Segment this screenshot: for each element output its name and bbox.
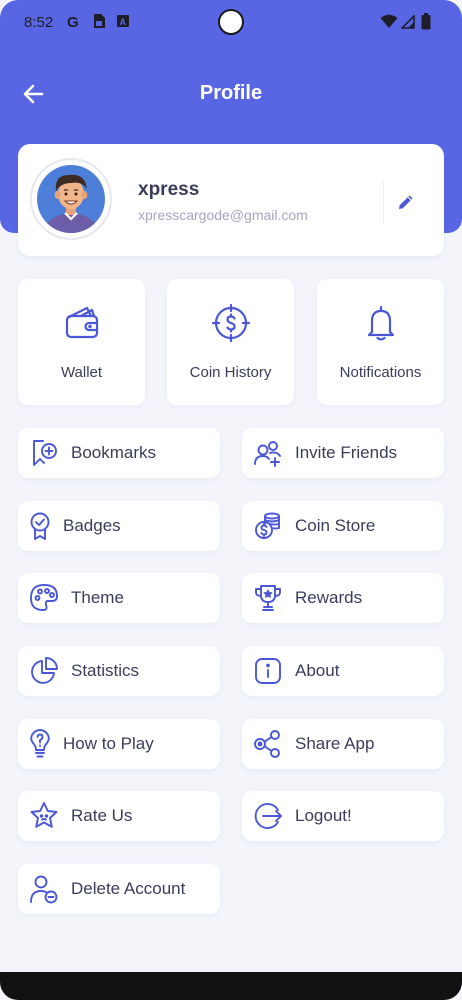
palette-icon — [29, 583, 59, 613]
menu-item-statistics[interactable]: Statistics — [18, 646, 220, 696]
lightbulb-icon — [28, 729, 52, 759]
menu-item-label: Theme — [71, 588, 124, 607]
share-icon — [253, 729, 283, 759]
profile-name: xpress — [138, 179, 200, 200]
tile-wallet[interactable]: Wallet — [18, 279, 145, 405]
delete-account-icon — [29, 874, 59, 904]
coin-store-icon — [253, 511, 283, 541]
menu-item-share-app[interactable]: Share App — [242, 719, 444, 769]
keyboard-a-icon: A — [116, 13, 130, 29]
tile-coin-history[interactable]: Coin History — [167, 279, 294, 405]
menu-item-about[interactable]: About — [242, 646, 444, 696]
logout-icon — [253, 801, 283, 831]
menu-item-label: Share App — [295, 734, 375, 753]
menu-item-label: How to Play — [63, 734, 154, 753]
menu-item-rewards[interactable]: Rewards — [242, 573, 444, 623]
menu-item-coin-store[interactable]: Coin Store — [242, 501, 444, 551]
profile-card: xpress xpresscargode@gmail.com — [18, 144, 444, 256]
menu-item-label: About — [295, 661, 340, 680]
bell-icon — [361, 303, 401, 343]
pencil-icon — [396, 192, 416, 212]
menu-item-bookmarks[interactable]: Bookmarks — [18, 428, 220, 478]
menu-item-how-to-play[interactable]: How to Play — [18, 719, 220, 769]
menu-item-label: Badges — [63, 516, 121, 535]
menu-item-theme[interactable]: Theme — [18, 573, 220, 623]
system-navigation-bar — [0, 972, 462, 1000]
menu-item-label: Rate Us — [71, 806, 133, 825]
battery-icon — [421, 13, 431, 30]
info-icon — [253, 656, 283, 686]
menu-item-label: Invite Friends — [295, 443, 398, 462]
sim-card-icon — [92, 13, 106, 29]
menu-item-badges[interactable]: Badges — [18, 501, 220, 551]
menu-item-label: Rewards — [295, 588, 363, 607]
wallet-icon — [62, 303, 102, 343]
status-time: 8:52 — [24, 14, 54, 31]
coin-history-icon — [211, 303, 251, 343]
menu-item-label: Bookmarks — [71, 443, 157, 462]
front-camera — [218, 9, 244, 35]
avatar[interactable] — [30, 158, 112, 240]
menu-item-rate-us[interactable]: Rate Us — [18, 791, 220, 841]
menu-item-label: Delete Account — [71, 879, 186, 898]
wifi-icon — [380, 14, 398, 29]
profile-email: xpresscargode@gmail.com — [138, 207, 308, 223]
invite-friends-icon — [253, 438, 283, 468]
page-title: Profile — [199, 82, 263, 104]
edit-profile-button[interactable] — [383, 180, 427, 224]
tile-label: Coin History — [189, 364, 272, 381]
star-icon — [29, 801, 59, 831]
svg-text:G: G — [67, 14, 79, 29]
tile-notifications[interactable]: Notifications — [317, 279, 444, 405]
svg-text:A: A — [120, 17, 127, 27]
menu-item-delete-account[interactable]: Delete Account — [18, 864, 220, 914]
tile-label: Wallet — [60, 364, 103, 381]
signal-icon — [401, 15, 415, 29]
trophy-icon — [253, 583, 283, 613]
menu-item-invite-friends[interactable]: Invite Friends — [242, 428, 444, 478]
tile-label: Notifications — [339, 364, 422, 381]
phone-screen: 8:52 G A Profile xpress xpresscargode@gm… — [0, 0, 462, 1000]
bookmark-icon — [29, 438, 59, 468]
google-icon: G — [66, 13, 82, 29]
menu-item-label: Logout! — [295, 806, 352, 825]
status-bar: 8:52 G A — [0, 0, 462, 46]
menu-item-label: Statistics — [71, 661, 140, 680]
badge-icon — [28, 511, 52, 541]
menu-item-logout[interactable]: Logout! — [242, 791, 444, 841]
menu-item-label: Coin Store — [295, 516, 376, 535]
pie-chart-icon — [29, 656, 59, 686]
